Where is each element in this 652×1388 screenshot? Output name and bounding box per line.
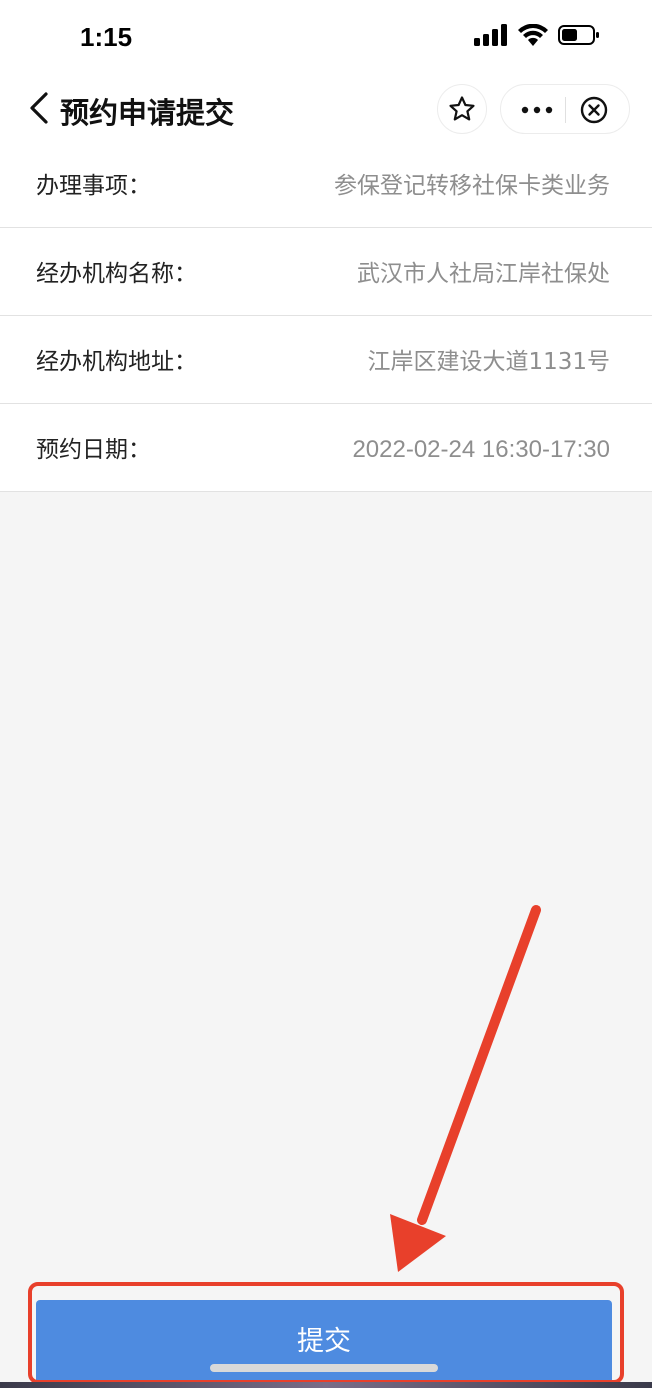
mini-program-capsule bbox=[500, 84, 630, 134]
nav-bar: 预约申请提交 bbox=[0, 76, 652, 140]
home-indicator bbox=[210, 1364, 438, 1372]
row-label: 预约日期： bbox=[36, 437, 151, 463]
signal-icon bbox=[474, 24, 507, 46]
bottom-edge bbox=[0, 1382, 652, 1388]
detail-row-item: 办理事项： 参保登记转移社保卡类业务 bbox=[0, 140, 652, 228]
page-title: 预约申请提交 bbox=[60, 96, 235, 130]
status-bar: 1:15 bbox=[0, 0, 652, 76]
wifi-icon bbox=[518, 24, 548, 46]
favorite-button[interactable] bbox=[437, 84, 487, 134]
battery-icon bbox=[558, 25, 599, 45]
back-icon[interactable] bbox=[26, 90, 54, 126]
row-label: 办理事项： bbox=[36, 173, 151, 199]
row-value: 江岸区建设大道1131号 bbox=[367, 349, 610, 375]
appointment-details: 办理事项： 参保登记转移社保卡类业务 经办机构名称： 武汉市人社局江岸社保处 经… bbox=[0, 140, 652, 492]
capsule-divider bbox=[565, 97, 566, 123]
row-value: 2022-02-24 16:30-17:30 bbox=[352, 436, 610, 463]
row-label: 经办机构地址： bbox=[36, 349, 197, 375]
row-label: 经办机构名称： bbox=[36, 261, 197, 287]
status-icons bbox=[474, 24, 600, 46]
row-value: 参保登记转移社保卡类业务 bbox=[334, 173, 610, 199]
row-value: 武汉市人社局江岸社保处 bbox=[357, 261, 610, 287]
detail-row-date: 预约日期： 2022-02-24 16:30-17:30 bbox=[0, 404, 652, 492]
star-icon bbox=[449, 96, 475, 121]
more-icon[interactable] bbox=[519, 97, 555, 123]
detail-row-agency-address: 经办机构地址： 江岸区建设大道1131号 bbox=[0, 316, 652, 404]
status-time: 1:15 bbox=[80, 22, 133, 52]
close-icon[interactable] bbox=[579, 95, 609, 125]
detail-row-agency-name: 经办机构名称： 武汉市人社局江岸社保处 bbox=[0, 228, 652, 316]
